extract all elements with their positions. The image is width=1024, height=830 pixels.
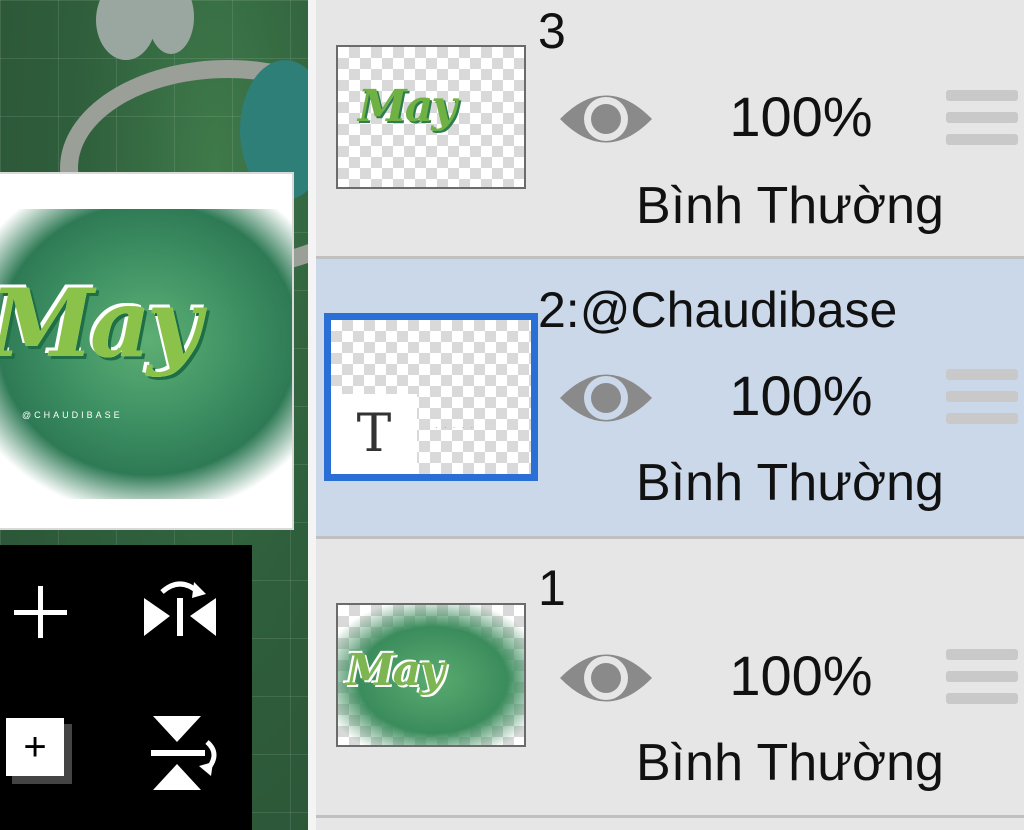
text-layer-icon: T	[331, 394, 417, 474]
layer-opacity[interactable]: 100%	[716, 643, 886, 708]
eye-icon[interactable]	[556, 84, 656, 154]
layer-thumbnail[interactable]: T · · · · ·	[324, 313, 538, 481]
preview-small-text: @CHAUDIBASE	[22, 410, 123, 420]
drag-handle-icon[interactable]	[946, 90, 1018, 150]
layer-row[interactable]: May 3 100% Bình Thường	[316, 0, 1024, 256]
thumbnail-word: May	[358, 81, 457, 132]
blend-mode[interactable]: Bình Thường	[600, 176, 980, 236]
blend-mode[interactable]: Bình Thường	[600, 733, 980, 793]
flip-horizontal-icon[interactable]	[140, 574, 220, 644]
layer-row-selected[interactable]: T · · · · · 2:@Chaudibase 100% Bình Thườ…	[316, 259, 1024, 536]
thumbnail-word: May	[346, 645, 445, 696]
layer-opacity[interactable]: 100%	[716, 363, 886, 428]
layer-row[interactable]: May 1 100% Bình Thường	[316, 539, 1024, 815]
drag-handle-icon[interactable]	[946, 369, 1018, 429]
panel-separator	[308, 0, 316, 830]
add-layer-icon-symbol: +	[6, 718, 64, 776]
layer-name: 3	[538, 3, 566, 59]
eye-icon[interactable]	[556, 363, 656, 433]
layer-name: 1	[538, 560, 566, 616]
layers-panel: May 3 100% Bình Thường T · · · · · 2:@Ch…	[316, 0, 1024, 830]
plus-icon[interactable]	[10, 582, 70, 642]
canvas-preview: May @CHAUDIBASE	[0, 172, 294, 530]
drag-handle-icon[interactable]	[946, 649, 1018, 709]
flip-vertical-icon[interactable]	[145, 712, 225, 794]
thumbnail-text: · · · · ·	[435, 423, 476, 432]
layer-thumbnail[interactable]: May	[336, 603, 526, 747]
canvas-workspace[interactable]: May @CHAUDIBASE +	[0, 0, 308, 830]
layer-thumbnail[interactable]: May	[336, 45, 526, 189]
add-layer-icon[interactable]: +	[6, 718, 76, 788]
eye-icon[interactable]	[556, 643, 656, 713]
layer-name: 2:@Chaudibase	[538, 282, 898, 338]
preview-word: May	[0, 269, 202, 379]
blend-mode[interactable]: Bình Thường	[600, 453, 980, 513]
layer-opacity[interactable]: 100%	[716, 84, 886, 149]
layer-divider	[316, 815, 1024, 818]
